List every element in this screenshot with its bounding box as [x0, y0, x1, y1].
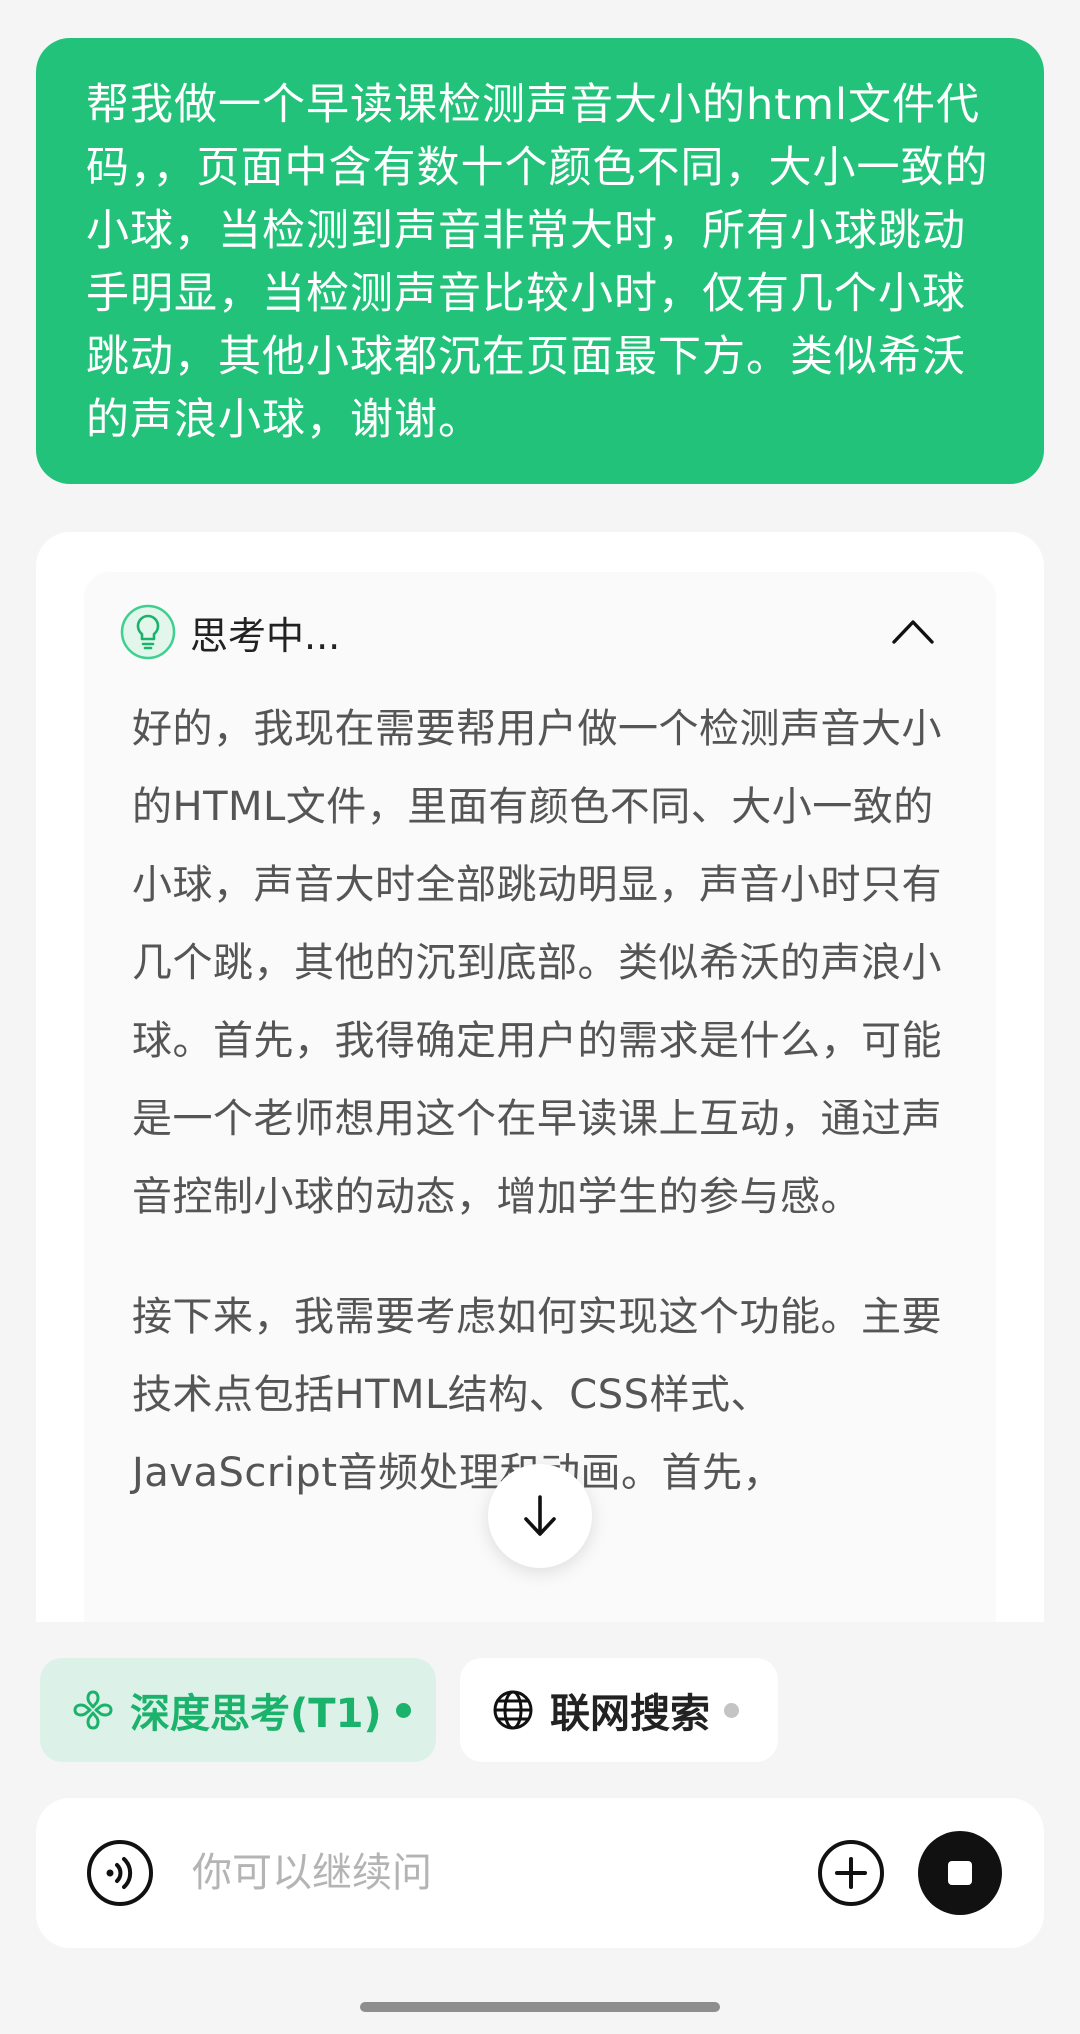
- lightbulb-icon: [120, 604, 176, 660]
- stop-icon: [948, 1861, 972, 1885]
- arrow-down-icon: [524, 1495, 556, 1536]
- web-search-status-dot: [724, 1702, 739, 1718]
- deep-think-toggle[interactable]: 深度思考(T1): [40, 1658, 436, 1762]
- deep-think-label: 深度思考(T1): [130, 1691, 382, 1737]
- globe-icon: [493, 1690, 533, 1730]
- web-search-label: 联网搜索: [550, 1691, 710, 1737]
- deep-think-status-dot: [395, 1702, 411, 1718]
- assistant-message-card: 思考中... 好的，我现在需要帮用户做一个检测声音大小的HTML文件，里面有颜色…: [36, 532, 1044, 1622]
- voice-input-icon[interactable]: [86, 1839, 154, 1907]
- thinking-content: 好的，我现在需要帮用户做一个检测声音大小的HTML文件，里面有颜色不同、大小一致…: [132, 690, 962, 1554]
- scroll-to-bottom-button[interactable]: [488, 1464, 592, 1568]
- home-indicator[interactable]: [360, 2002, 720, 2012]
- thinking-status: 思考中...: [190, 613, 341, 658]
- thinking-paragraph: 好的，我现在需要帮用户做一个检测声音大小的HTML文件，里面有颜色不同、大小一致…: [132, 706, 942, 1220]
- user-message-bubble: 帮我做一个早读课检测声音大小的html文件代码，，页面中含有数十个颜色不同，大小…: [36, 38, 1044, 484]
- chevron-up-icon[interactable]: [888, 610, 938, 650]
- message-input[interactable]: [192, 1843, 792, 1903]
- user-message-text: 帮我做一个早读课检测声音大小的html文件代码，，页面中含有数十个颜色不同，大小…: [86, 80, 989, 445]
- thinking-header[interactable]: 思考中...: [120, 602, 340, 662]
- web-search-toggle[interactable]: 联网搜索: [460, 1658, 778, 1762]
- deep-think-icon: [73, 1690, 113, 1730]
- stop-generation-button[interactable]: [918, 1831, 1002, 1915]
- chat-input-bar: [36, 1798, 1044, 1948]
- add-attachment-icon[interactable]: [816, 1838, 886, 1908]
